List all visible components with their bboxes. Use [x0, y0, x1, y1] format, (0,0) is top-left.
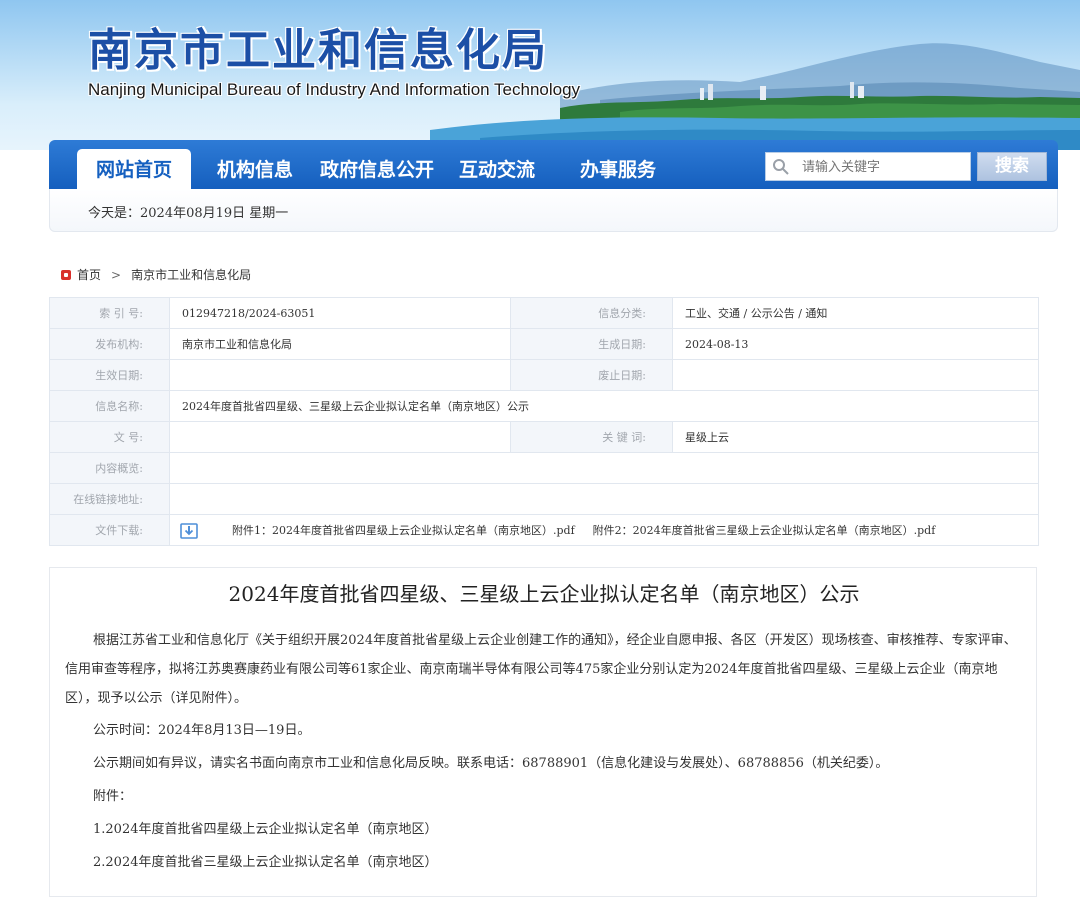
breadcrumb: 首页 > 南京市工业和信息化局	[61, 266, 251, 283]
effective-date-label: 生效日期:	[49, 359, 170, 391]
attachment-1-link[interactable]: 附件1：2024年度首批省四星级上云企业拟认定名单（南京地区）.pdf	[232, 524, 575, 537]
search-input[interactable]	[800, 156, 968, 179]
table-row: 文件下载: 附件1：2024年度首批省四星级上云企业拟认定名单（南京地区）.pd…	[49, 514, 1039, 546]
nav-home[interactable]: 网站首页	[77, 149, 192, 189]
nav-services[interactable]: 办事服务	[580, 140, 656, 189]
info-name-value: 2024年度首批省四星级、三星级上云企业拟认定名单（南京地区）公示	[169, 390, 1039, 422]
table-row: 发布机构: 南京市工业和信息化局 生成日期: 2024-08-13	[49, 328, 1039, 360]
site-subtitle: Nanjing Municipal Bureau of Industry And…	[88, 80, 581, 99]
nav-organization[interactable]: 机构信息	[217, 140, 293, 189]
table-row: 生效日期: 废止日期:	[49, 359, 1039, 391]
online-link-label: 在线链接地址:	[49, 483, 170, 515]
attachment-item-2: 2.2024年度首批省三星级上云企业拟认定名单（南京地区）	[93, 855, 438, 870]
contact-info: 公示期间如有异议，请实名书面向南京市工业和信息化局反映。联系电话：6878890…	[93, 756, 889, 771]
keywords-label: 关 键 词:	[510, 421, 673, 453]
article-title: 2024年度首批省四星级、三星级上云企业拟认定名单（南京地区）公示	[228, 582, 860, 606]
doc-no-value	[169, 421, 511, 453]
breadcrumb-separator: >	[111, 268, 122, 282]
category-label: 信息分类:	[510, 297, 673, 329]
nav-interaction[interactable]: 互动交流	[459, 140, 535, 189]
publicity-period: 公示时间：2024年8月13日—19日。	[93, 723, 311, 738]
home-icon	[61, 270, 71, 280]
download-label: 文件下载:	[49, 514, 170, 546]
download-cell: 附件1：2024年度首批省四星级上云企业拟认定名单（南京地区）.pdf 附件2：2…	[169, 514, 1039, 546]
index-no-value: 012947218/2024-63051	[169, 297, 511, 329]
publisher-label: 发布机构:	[49, 328, 170, 360]
expired-date-value	[672, 359, 1039, 391]
date-bar: 今天是：2024年08月19日 星期一	[49, 189, 1058, 232]
table-row: 在线链接地址:	[49, 483, 1039, 515]
summary-value	[169, 452, 1039, 484]
download-icon[interactable]	[180, 522, 198, 539]
nav-gov-info[interactable]: 政府信息公开	[320, 140, 434, 189]
created-date-label: 生成日期:	[510, 328, 673, 360]
table-row: 信息名称: 2024年度首批省四星级、三星级上云企业拟认定名单（南京地区）公示	[49, 390, 1039, 422]
table-row: 内容概览:	[49, 452, 1039, 484]
table-row: 索 引 号: 012947218/2024-63051 信息分类: 工业、交通 …	[49, 297, 1039, 329]
breadcrumb-home[interactable]: 首页	[77, 268, 101, 282]
created-date-value: 2024-08-13	[672, 328, 1039, 360]
keywords-value: 星级上云	[672, 421, 1039, 453]
site-banner: 南京市工业和信息化局 Nanjing Municipal Bureau of I…	[0, 0, 1080, 150]
attachment-item-1: 1.2024年度首批省四星级上云企业拟认定名单（南京地区）	[93, 822, 438, 837]
attachment-2-link[interactable]: 附件2：2024年度首批省三星级上云企业拟认定名单（南京地区）.pdf	[593, 524, 936, 537]
current-date: 今天是：2024年08月19日 星期一	[88, 206, 289, 221]
summary-label: 内容概览:	[49, 452, 170, 484]
online-link-value	[169, 483, 1039, 515]
table-row: 文 号: 关 键 词: 星级上云	[49, 421, 1039, 453]
info-name-label: 信息名称:	[49, 390, 170, 422]
article-body: 2024年度首批省四星级、三星级上云企业拟认定名单（南京地区）公示 根据江苏省工…	[49, 567, 1037, 897]
publisher-value: 南京市工业和信息化局	[169, 328, 511, 360]
breadcrumb-current[interactable]: 南京市工业和信息化局	[131, 268, 251, 282]
effective-date-value	[169, 359, 511, 391]
attachments-heading: 附件：	[93, 789, 133, 804]
index-no-label: 索 引 号:	[49, 297, 170, 329]
search-button[interactable]: 搜索	[977, 152, 1047, 181]
main-nav: 网站首页 机构信息 政府信息公开 互动交流 办事服务 搜索	[49, 140, 1058, 189]
doc-no-label: 文 号:	[49, 421, 170, 453]
search-icon	[773, 159, 789, 175]
category-value: 工业、交通 / 公示公告 / 通知	[672, 297, 1039, 329]
info-metadata-table: 索 引 号: 012947218/2024-63051 信息分类: 工业、交通 …	[49, 297, 1039, 546]
search-box	[765, 152, 971, 181]
expired-date-label: 废止日期:	[510, 359, 673, 391]
site-title: 南京市工业和信息化局	[88, 25, 548, 76]
article-paragraph: 根据江苏省工业和信息化厅《关于组织开展2024年度首批省星级上云企业创建工作的通…	[65, 633, 1017, 706]
